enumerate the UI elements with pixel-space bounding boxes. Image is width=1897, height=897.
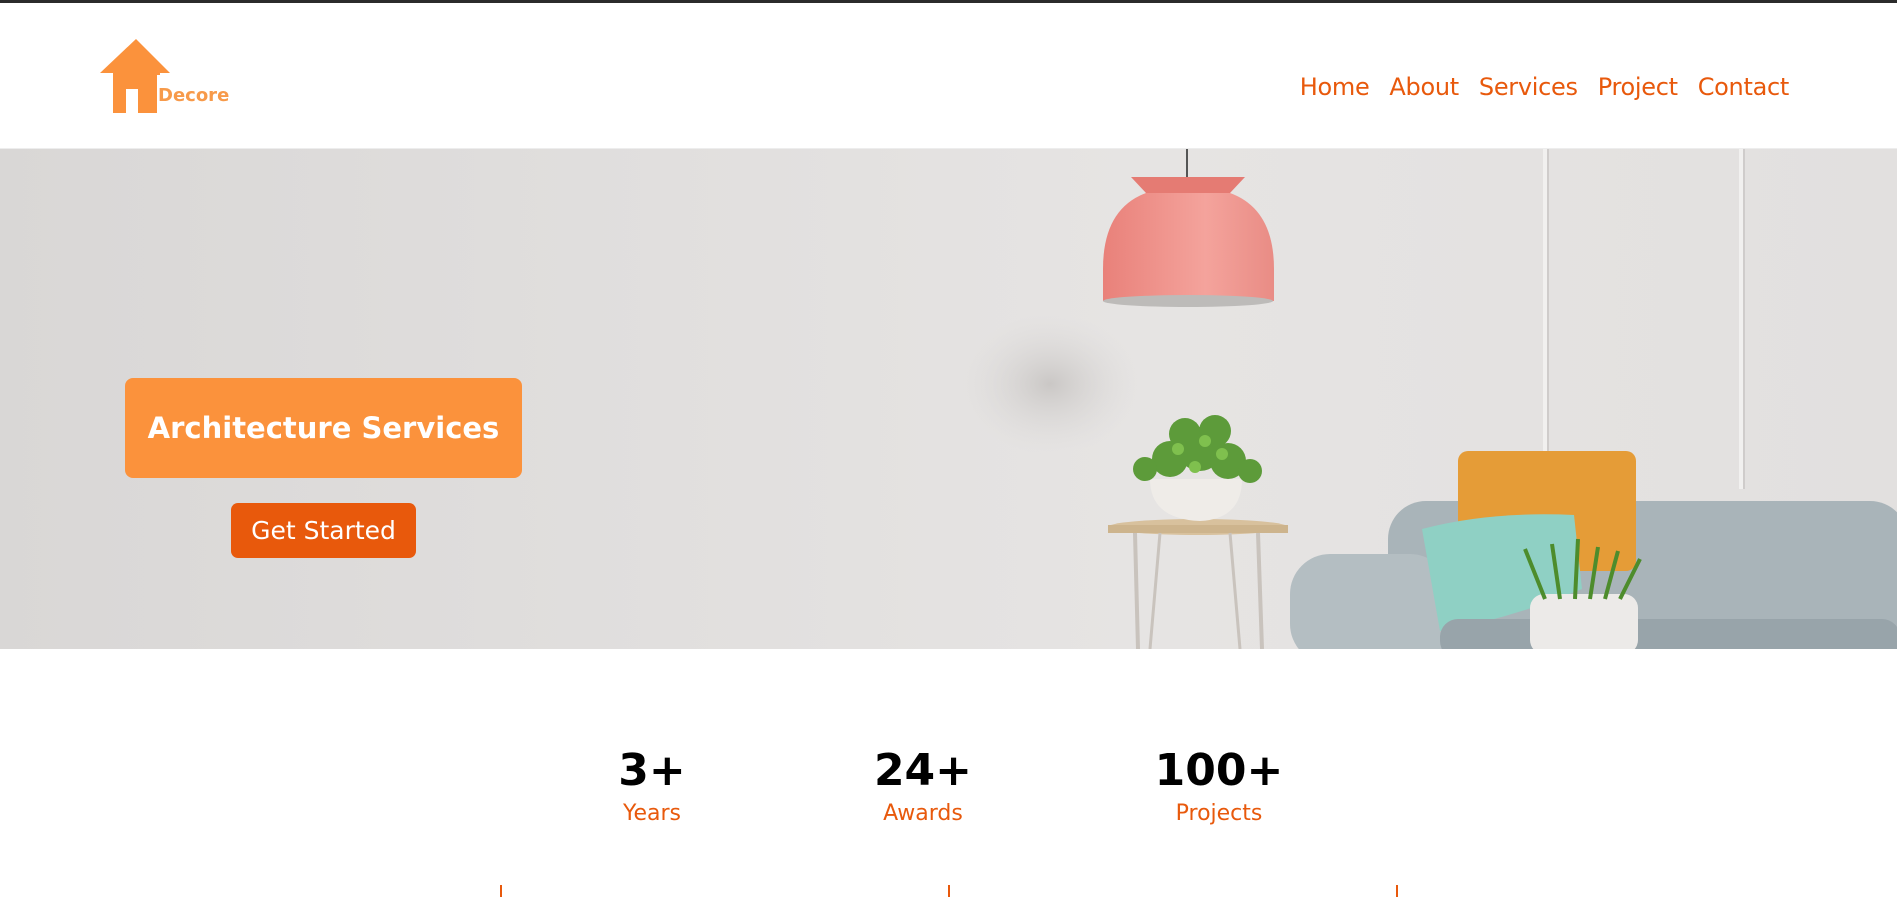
stat-value: 3+ — [618, 745, 686, 796]
nav-contact[interactable]: Contact — [1698, 73, 1790, 101]
stat-label: Projects — [1175, 801, 1263, 826]
divider-tick — [1396, 885, 1398, 897]
site-header: Decore Home About Services Project Conta… — [0, 3, 1897, 149]
brand-name: Decore — [158, 85, 230, 106]
get-started-button[interactable]: Get Started — [231, 503, 416, 558]
hero-banner: Architecture Services Get Started — [0, 149, 1897, 649]
hero-title: Architecture Services — [147, 411, 500, 445]
stat-awards: 24+ Awards — [823, 745, 1023, 827]
stats-section: 3+ Years 24+ Awards 100+ Projects — [0, 649, 1897, 897]
stat-label: Awards — [883, 801, 963, 826]
stat-years: 3+ Years — [552, 745, 752, 827]
hero-title-card: Architecture Services — [125, 378, 522, 478]
divider-tick — [948, 885, 950, 897]
divider-tick — [500, 885, 502, 897]
main-nav: Home About Services Project Contact — [1280, 73, 1790, 101]
stat-value: 24+ — [873, 745, 973, 796]
stat-projects: 100+ Projects — [1119, 745, 1319, 827]
brand-logo[interactable]: Decore — [100, 37, 240, 117]
stat-label: Years — [622, 801, 682, 826]
nav-home[interactable]: Home — [1300, 73, 1370, 101]
nav-project[interactable]: Project — [1598, 73, 1678, 101]
stat-value: 100+ — [1154, 745, 1284, 796]
nav-services[interactable]: Services — [1479, 73, 1578, 101]
nav-about[interactable]: About — [1389, 73, 1459, 101]
